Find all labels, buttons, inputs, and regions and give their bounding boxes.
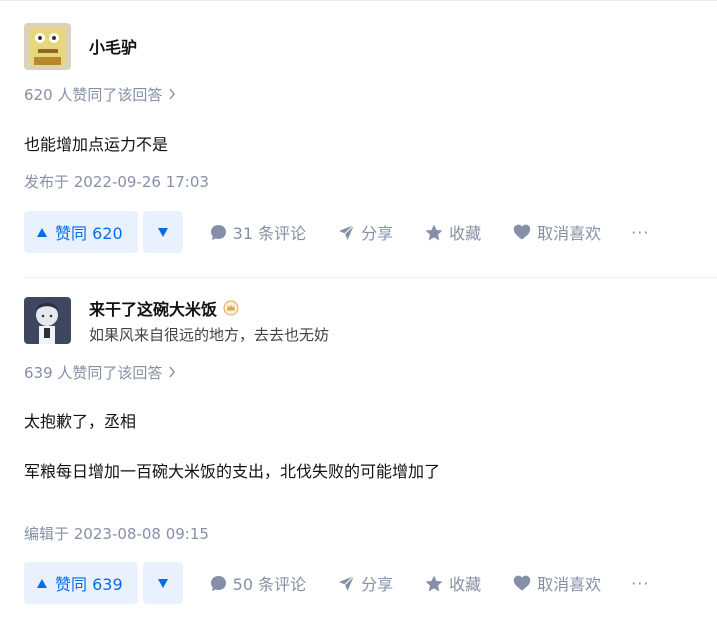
- badge-icon[interactable]: [223, 300, 239, 316]
- collect-button[interactable]: 收藏: [425, 220, 481, 244]
- avatar[interactable]: [24, 22, 71, 70]
- share-label: 分享: [361, 224, 394, 243]
- comment-button[interactable]: 50 条评论: [210, 571, 306, 595]
- chevron-right-icon: [168, 364, 176, 382]
- collect-label: 收藏: [449, 224, 482, 243]
- upvote-label: 赞同 620: [55, 224, 123, 243]
- vote-count-link[interactable]: 639 人赞同了该回答: [24, 362, 704, 383]
- more-button[interactable]: ···: [631, 574, 649, 593]
- author-name[interactable]: 小毛驴: [89, 34, 137, 58]
- share-icon: [339, 224, 355, 240]
- upvote-icon: [37, 227, 47, 237]
- unlike-button[interactable]: 取消喜欢: [513, 220, 601, 244]
- author-name-row: 来干了这碗大米饭: [89, 296, 329, 320]
- edit-time[interactable]: 编辑于 2023-08-08 09:15: [24, 523, 704, 544]
- star-icon: [425, 575, 443, 591]
- author-info: 来干了这碗大米饭 如果风来自很远的地方，去去也无妨: [24, 296, 704, 344]
- upvote-icon: [37, 578, 47, 588]
- share-icon: [339, 575, 355, 591]
- publish-time[interactable]: 发布于 2022-09-26 17:03: [24, 171, 704, 192]
- answer-divider: [24, 277, 717, 278]
- action-bar: 赞同 639 50 条评论 分享 收藏 取消喜欢 ···: [24, 562, 704, 604]
- heart-icon: [513, 224, 531, 240]
- answer-content: 太抱歉了，丞相 军粮每日增加一百碗大米饭的支出，北伐失败的可能增加了: [24, 410, 704, 484]
- vote-count-text: 620 人赞同了该回答: [24, 86, 163, 104]
- action-bar: 赞同 620 31 条评论 分享 收藏 取消喜欢 ···: [24, 211, 704, 253]
- unlike-button[interactable]: 取消喜欢: [513, 571, 601, 595]
- collect-button[interactable]: 收藏: [425, 571, 481, 595]
- star-icon: [425, 224, 443, 240]
- content-paragraph: 军粮每日增加一百碗大米饭的支出，北伐失败的可能增加了: [24, 462, 441, 481]
- comment-count: 31 条评论: [232, 224, 307, 243]
- answer-content: 也能增加点运力不是: [24, 133, 704, 157]
- comment-button[interactable]: 31 条评论: [210, 220, 306, 244]
- comment-icon: [210, 575, 226, 591]
- share-button[interactable]: 分享: [338, 571, 393, 595]
- content-paragraph: 也能增加点运力不是: [24, 135, 169, 154]
- answer-card: 来干了这碗大米饭 如果风来自很远的地方，去去也无妨 639 人赞同了该回答 太抱…: [24, 296, 704, 604]
- downvote-icon: [157, 227, 168, 237]
- more-button[interactable]: ···: [631, 223, 649, 242]
- vote-count-text: 639 人赞同了该回答: [24, 364, 163, 382]
- avatar[interactable]: [24, 296, 71, 344]
- collect-label: 收藏: [449, 575, 482, 594]
- chevron-right-icon: [168, 86, 176, 104]
- comment-count: 50 条评论: [232, 575, 307, 594]
- share-label: 分享: [361, 575, 394, 594]
- upvote-label: 赞同 639: [55, 575, 123, 594]
- vote-count-link[interactable]: 620 人赞同了该回答: [24, 84, 704, 105]
- author-info: 小毛驴: [24, 22, 704, 70]
- heart-icon: [513, 575, 531, 591]
- answer-card: 小毛驴 620 人赞同了该回答 也能增加点运力不是 发布于 2022-09-26…: [24, 22, 704, 253]
- author-name[interactable]: 来干了这碗大米饭: [89, 296, 217, 320]
- comment-icon: [210, 224, 226, 240]
- unlike-label: 取消喜欢: [537, 575, 602, 594]
- downvote-button[interactable]: [142, 211, 183, 253]
- downvote-icon: [157, 578, 168, 588]
- upvote-button[interactable]: 赞同 620: [24, 211, 138, 253]
- upvote-button[interactable]: 赞同 639: [24, 562, 138, 604]
- share-button[interactable]: 分享: [338, 220, 393, 244]
- top-border: [0, 0, 717, 1]
- content-paragraph: 太抱歉了，丞相: [24, 412, 137, 431]
- author-headline: 如果风来自很远的地方，去去也无妨: [89, 325, 330, 344]
- downvote-button[interactable]: [142, 562, 183, 604]
- unlike-label: 取消喜欢: [537, 224, 602, 243]
